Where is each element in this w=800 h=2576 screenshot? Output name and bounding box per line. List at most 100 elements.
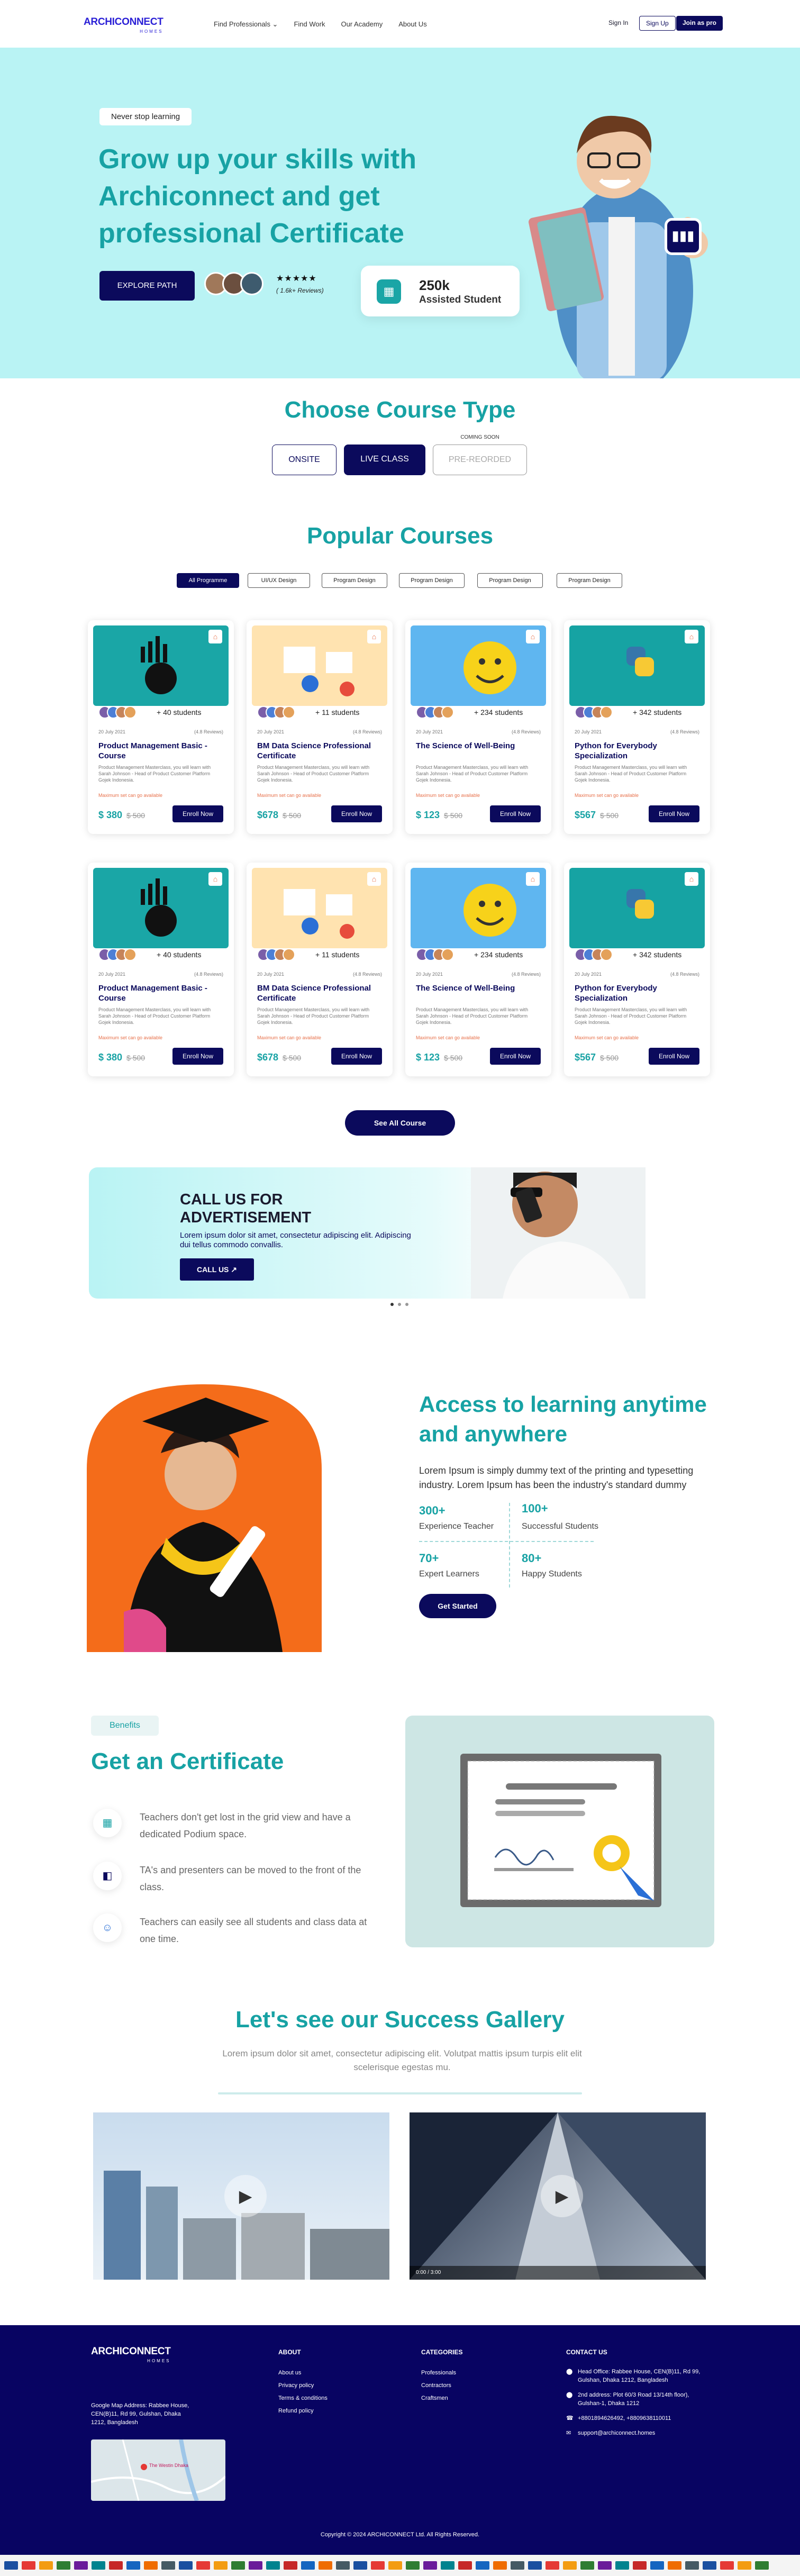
course-description: Product Management Masterclass, you will…: [575, 765, 687, 783]
popular-courses-title: Popular Courses: [306, 523, 494, 549]
bookmark-icon[interactable]: ⌂: [526, 630, 540, 643]
footer-link[interactable]: Terms & conditions: [278, 2394, 328, 2402]
course-card[interactable]: ⌂ + 40 students 20 July 2021 (4.8 Reviews) P…: [88, 620, 234, 834]
payment-logo: [738, 2561, 751, 2570]
carousel-dot[interactable]: [405, 1303, 408, 1306]
course-card[interactable]: ⌂ + 11 students 20 July 2021 (4.8 Reviews) B…: [247, 863, 393, 1076]
join-pro-button[interactable]: Join as pro: [676, 16, 723, 31]
nav-about-us[interactable]: About Us: [398, 20, 426, 28]
course-title[interactable]: The Science of Well-Being: [416, 741, 541, 751]
payment-logo: [650, 2561, 664, 2570]
payment-logo: [546, 2561, 559, 2570]
footer-contact[interactable]: support@archiconnect.homes: [578, 2429, 655, 2437]
enroll-now-button[interactable]: Enroll Now: [331, 805, 382, 822]
video-controls[interactable]: 0:00 / 3:00: [410, 2266, 706, 2280]
coming-soon-label: COMING SOON: [460, 434, 499, 440]
call-us-button[interactable]: CALL US ↗: [180, 1258, 254, 1281]
enroll-now-button[interactable]: Enroll Now: [490, 1048, 541, 1065]
course-card[interactable]: ⌂ + 11 students 20 July 2021 (4.8 Reviews) B…: [247, 620, 393, 834]
tab-program-design[interactable]: Program Design: [322, 573, 387, 588]
course-meta: 20 July 2021 (4.8 Reviews): [98, 729, 223, 734]
course-meta: 20 July 2021 (4.8 Reviews): [416, 972, 541, 977]
payment-logo: [22, 2561, 35, 2570]
price-current: $ 380: [98, 1052, 123, 1063]
access-text: Lorem Ipsum is simply dummy text of the …: [419, 1465, 694, 1490]
nav-our-academy[interactable]: Our Academy: [341, 20, 383, 28]
see-all-course-button[interactable]: See All Course: [345, 1110, 455, 1136]
course-card[interactable]: ⌂ + 342 students 20 July 2021 (4.8 Reviews)…: [564, 620, 710, 834]
price-old: $ 500: [600, 811, 619, 820]
footer-map[interactable]: The Westin Dhaka: [91, 2439, 225, 2501]
prerecorded-button[interactable]: COMING SOON PRE-REORDED: [433, 434, 527, 475]
bookmark-icon[interactable]: ⌂: [367, 630, 381, 643]
footer-logo[interactable]: ARCHICONNECT HOMES: [91, 2346, 171, 2366]
tab-program-design[interactable]: Program Design: [557, 573, 622, 588]
footer-link[interactable]: Privacy policy: [278, 2381, 314, 2390]
signup-button[interactable]: Sign Up: [639, 16, 676, 31]
site-logo[interactable]: ARCHICONNECT HOMES: [84, 17, 163, 37]
enroll-now-button[interactable]: Enroll Now: [172, 805, 223, 822]
course-type-title: Choose Course Type: [284, 397, 516, 423]
nav-find-professionals[interactable]: Find Professionals ⌄: [214, 20, 278, 29]
carousel-dot[interactable]: [390, 1303, 394, 1306]
course-title[interactable]: Python for Everybody Specialization: [575, 741, 699, 761]
course-title[interactable]: Python for Everybody Specialization: [575, 983, 699, 1003]
course-card[interactable]: ⌂ + 234 students 20 July 2021 (4.8 Reviews)…: [405, 863, 551, 1076]
footer-contact[interactable]: +8801894626492, +8809638110011: [578, 2414, 671, 2423]
enroll-now-button[interactable]: Enroll Now: [649, 805, 699, 822]
tab-program-design[interactable]: Program Design: [399, 573, 465, 588]
course-card[interactable]: ⌂ + 40 students 20 July 2021 (4.8 Reviews) P…: [88, 863, 234, 1076]
enroll-now-button[interactable]: Enroll Now: [649, 1048, 699, 1065]
get-started-button[interactable]: Get Started: [419, 1594, 496, 1618]
bookmark-icon[interactable]: ⌂: [685, 630, 698, 643]
payment-logo: [92, 2561, 105, 2570]
course-availability: Maximum set can go available: [98, 793, 163, 798]
gallery-video[interactable]: ▶: [93, 2112, 389, 2280]
footer-link[interactable]: Contractors: [421, 2381, 451, 2390]
live-class-button[interactable]: LIVE CLASS: [344, 445, 425, 475]
payment-logo: [755, 2561, 769, 2570]
student-avatars: [98, 706, 137, 720]
tab-program-design[interactable]: Program Design: [477, 573, 543, 588]
course-title[interactable]: Product Management Basic - Course: [98, 983, 223, 1003]
play-icon[interactable]: ▶: [541, 2175, 583, 2217]
play-icon[interactable]: ▶: [224, 2175, 267, 2217]
course-title[interactable]: Product Management Basic - Course: [98, 741, 223, 761]
explore-path-button[interactable]: EXPLORE PATH: [99, 271, 195, 301]
onsite-button[interactable]: ONSITE: [272, 445, 337, 475]
enroll-now-button[interactable]: Enroll Now: [172, 1048, 223, 1065]
price-current: $567: [575, 1052, 596, 1063]
course-meta: 20 July 2021 (4.8 Reviews): [575, 729, 699, 734]
footer-link[interactable]: About us: [278, 2369, 301, 2377]
gallery-divider: [218, 2092, 582, 2094]
course-card[interactable]: ⌂ + 342 students 20 July 2021 (4.8 Reviews)…: [564, 863, 710, 1076]
bookmark-icon[interactable]: ⌂: [526, 872, 540, 886]
phone-icon: ☎: [566, 2415, 574, 2421]
bookmark-icon[interactable]: ⌂: [208, 630, 222, 643]
course-title[interactable]: BM Data Science Professional Certificate: [257, 983, 382, 1003]
stat-label: Assisted Student: [419, 294, 502, 305]
footer-link[interactable]: Craftsmen: [421, 2394, 448, 2402]
enroll-now-button[interactable]: Enroll Now: [331, 1048, 382, 1065]
footer-link[interactable]: Refund policy: [278, 2407, 314, 2415]
payment-logo: [703, 2561, 716, 2570]
footer-link[interactable]: Professionals: [421, 2369, 456, 2377]
course-title[interactable]: The Science of Well-Being: [416, 983, 541, 993]
tab-uiux-design[interactable]: UI/UX Design: [248, 573, 310, 588]
stats-divider: [509, 1503, 510, 1588]
course-card[interactable]: ⌂ + 234 students 20 July 2021 (4.8 Reviews)…: [405, 620, 551, 834]
hero-section: Never stop learning Grow up your skills …: [0, 48, 800, 378]
bookmark-icon[interactable]: ⌂: [367, 872, 381, 886]
course-title[interactable]: BM Data Science Professional Certificate: [257, 741, 382, 761]
enroll-now-button[interactable]: Enroll Now: [490, 805, 541, 822]
feature-text: TA's and presenters can be moved to the …: [140, 1865, 361, 1892]
gallery-title: Let's see our Success Gallery: [235, 2007, 565, 2033]
signin-link[interactable]: Sign In: [602, 16, 634, 31]
nav-find-work[interactable]: Find Work: [294, 20, 325, 28]
gallery-video[interactable]: ▶ 0:00 / 3:00: [410, 2112, 706, 2280]
tab-all-programme[interactable]: All Programme: [177, 573, 239, 588]
payment-logo: [57, 2561, 70, 2570]
bookmark-icon[interactable]: ⌂: [208, 872, 222, 886]
carousel-dot[interactable]: [398, 1303, 401, 1306]
bookmark-icon[interactable]: ⌂: [685, 872, 698, 886]
